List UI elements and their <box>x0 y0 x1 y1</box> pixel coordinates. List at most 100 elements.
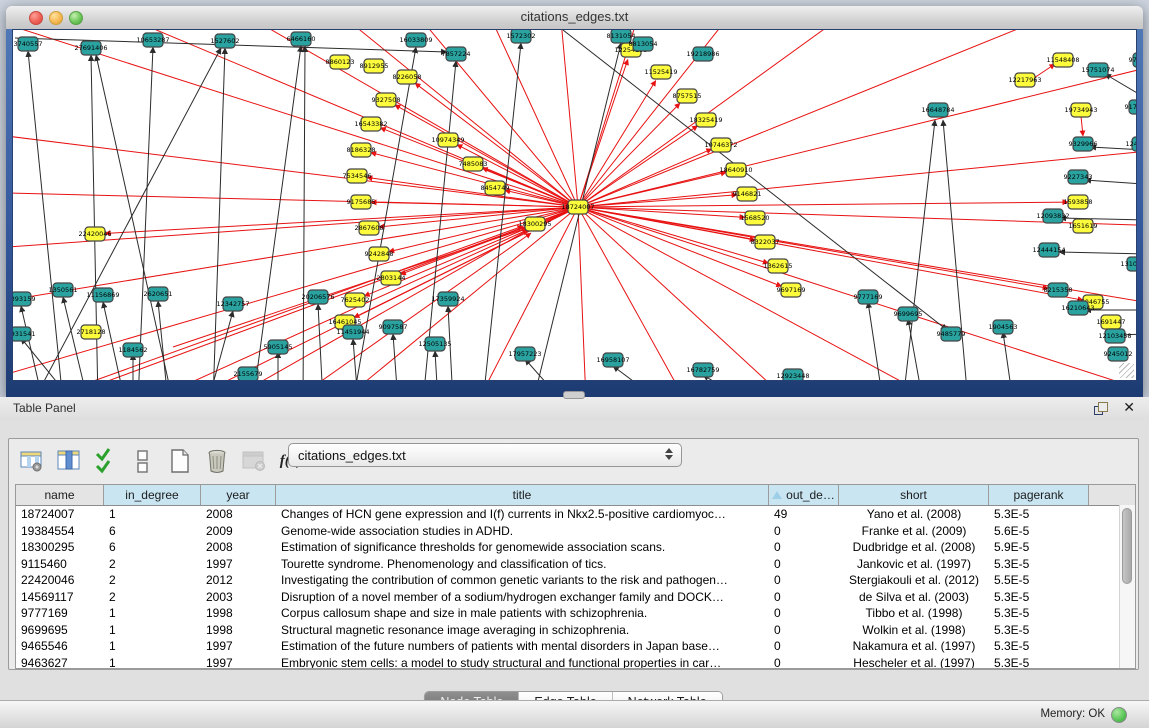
table-cell-short: Hescheler et al. (1997) <box>839 656 989 669</box>
table-cell-short: de Silva et al. (2003) <box>839 590 989 604</box>
graph-edge-black <box>1085 180 1137 184</box>
graph-edge-red <box>1081 116 1083 136</box>
graph-node-label: 1593858 <box>1064 198 1093 206</box>
graph-node-label: 1393159 <box>13 295 35 303</box>
column-header-in_degree[interactable]: in_degree <box>104 485 201 505</box>
table-options-icon[interactable] <box>17 446 47 476</box>
table-cell-pagerank: 5.3E-5 <box>989 606 1089 620</box>
graph-edge-red <box>303 233 531 381</box>
graph-node-label: 9727344 <box>1129 56 1137 64</box>
table-row[interactable]: 969969511998Structural magnetic resonanc… <box>16 622 1135 639</box>
table-cell-short: Dudbridge et al. (2008) <box>839 540 989 554</box>
graph-edge-red <box>578 202 1068 207</box>
unselect-all-icon[interactable] <box>128 446 158 476</box>
graph-edge-red <box>13 207 578 332</box>
delete-column-icon[interactable] <box>202 446 232 476</box>
table-row[interactable]: 1938455462009Genome-wide association stu… <box>16 523 1135 540</box>
graph-node-label: 2803144 <box>377 274 406 282</box>
table-selector-dropdown[interactable]: citations_edges.txt <box>288 443 682 467</box>
graph-node-label: 11156869 <box>86 291 119 299</box>
graph-node-label: 2718128 <box>77 328 106 336</box>
graph-node-label: 16210643 <box>1061 304 1094 312</box>
table-cell-out_degree: 0 <box>769 590 839 604</box>
table-cell-out_degree: 0 <box>769 557 839 571</box>
select-all-icon[interactable] <box>91 446 121 476</box>
graph-edge-black <box>868 302 883 381</box>
graph-node-label: 1568520 <box>741 214 770 222</box>
column-header-filler <box>1089 485 1135 505</box>
table-row[interactable]: 1872400712008Changes of HCN gene express… <box>16 506 1135 523</box>
graph-edge-black <box>563 30 947 330</box>
table-cell-out_degree: 49 <box>769 507 839 521</box>
graph-node-label: 16543382 <box>354 120 387 128</box>
graph-node-label: 7534546 <box>343 172 372 180</box>
table-cell-year: 1998 <box>201 623 276 637</box>
table-row[interactable]: 1456911722003Disruption of a novel membe… <box>16 589 1135 606</box>
graph-node-label: 5905145 <box>264 343 293 351</box>
graph-node-label: 19218986 <box>686 50 719 58</box>
table-cell-title: Corpus callosum shape and size in male p… <box>276 606 769 620</box>
graph-edge-red <box>578 59 628 207</box>
graph-edge-red <box>578 207 1048 288</box>
table-body: 1872400712008Changes of HCN gene express… <box>16 506 1135 669</box>
graph-edge-black <box>1059 252 1137 254</box>
graph-node-label: 18724007 <box>561 203 594 211</box>
network-canvas[interactable]: 1872400718300295886012389129558226058932… <box>12 29 1137 381</box>
show-columns-icon[interactable] <box>54 446 84 476</box>
table-row[interactable]: 946362711997Embryonic stem cells: a mode… <box>16 655 1135 670</box>
table-row[interactable]: 2242004622012Investigating the contribut… <box>16 572 1135 589</box>
network-canvas-svg[interactable]: 1872400718300295886012389129558226058932… <box>13 30 1137 381</box>
memory-status-label: Memory: OK <box>1040 708 1105 720</box>
table-cell-short: Wolkin et al. (1998) <box>839 623 989 637</box>
table-cell-short: Stergiakouli et al. (2012) <box>839 573 989 587</box>
column-header-out_degree[interactable]: out_de… <box>769 485 839 505</box>
graph-node-label: 17957223 <box>508 350 541 358</box>
graph-node-label: 7485083 <box>459 160 488 168</box>
table-row[interactable]: 911546021997Tourette syndrome. Phenomeno… <box>16 556 1135 573</box>
graph-node-label: 9242848 <box>365 250 394 258</box>
float-panel-icon[interactable] <box>1094 402 1107 415</box>
sort-ascending-icon <box>772 491 782 499</box>
scrollbar-thumb[interactable] <box>1122 508 1132 584</box>
table-vertical-scrollbar[interactable] <box>1119 505 1135 668</box>
table-row[interactable]: 1830029562008Estimation of significance … <box>16 539 1135 556</box>
table-cell-out_degree: 0 <box>769 656 839 669</box>
app-root: { "window": { "title": "citations_edges.… <box>0 0 1149 727</box>
table-cell-out_degree: 0 <box>769 540 839 554</box>
table-cell-title: Investigating the contribution of common… <box>276 573 769 587</box>
graph-node-label: 2867608 <box>355 224 384 232</box>
table-cell-short: Yano et al. (2008) <box>839 507 989 521</box>
graph-node-label: 12103458 <box>1098 332 1131 340</box>
graph-node-label: 9245012 <box>1104 350 1133 358</box>
graph-node-label: 8813054 <box>629 40 658 48</box>
table-cell-pagerank: 5.3E-5 <box>989 656 1089 669</box>
window-resize-grip[interactable] <box>1119 363 1134 378</box>
graph-node-label: 12444154 <box>1032 246 1065 254</box>
graph-edge-black <box>208 311 233 381</box>
table-panel-card: f(x) citations_edges.txt namein_degreeye… <box>8 438 1139 670</box>
table-cell-out_degree: 0 <box>769 524 839 538</box>
graph-edge-black <box>1003 332 1013 381</box>
graph-node-label: 13106455 <box>1120 260 1137 268</box>
graph-node-label: 7625402 <box>341 296 370 304</box>
close-panel-icon[interactable]: ✕ <box>1123 399 1135 416</box>
column-header-title[interactable]: title <box>276 485 769 505</box>
new-column-icon[interactable] <box>165 446 195 476</box>
graph-node-label: 1184562 <box>119 346 148 354</box>
graph-edge-black <box>908 319 923 381</box>
table-row[interactable]: 977716911998Corpus callosum shape and si… <box>16 605 1135 622</box>
column-header-short[interactable]: short <box>839 485 989 505</box>
column-header-pagerank[interactable]: pagerank <box>989 485 1089 505</box>
split-pane-grip[interactable] <box>563 391 585 399</box>
column-header-name[interactable]: name <box>16 485 104 505</box>
graph-node-label: 9777169 <box>854 293 883 301</box>
graph-node-label: 8215358 <box>1044 286 1073 294</box>
table-row[interactable]: 946554611997Estimation of the future num… <box>16 638 1135 655</box>
graph-node-label: 8131054 <box>607 32 636 40</box>
graph-edge-black <box>793 380 838 381</box>
graph-edge-black <box>903 120 935 381</box>
column-header-year[interactable]: year <box>201 485 276 505</box>
graph-node-label: 8454749 <box>481 184 510 192</box>
window-titlebar[interactable]: citations_edges.txt <box>6 6 1143 30</box>
graph-node-label: 9697169 <box>777 286 806 294</box>
